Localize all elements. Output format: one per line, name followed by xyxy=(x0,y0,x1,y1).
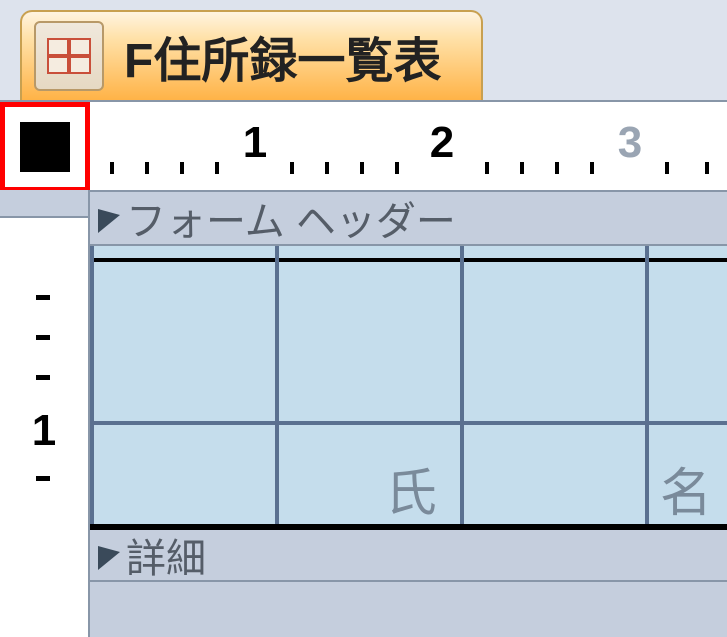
form-header-body[interactable]: 氏 名 xyxy=(90,246,727,526)
header-cell-mei: 名 xyxy=(660,451,712,526)
form-selector[interactable] xyxy=(0,102,90,192)
form-icon xyxy=(34,21,104,91)
vruler-mark-1: 1 xyxy=(32,406,56,456)
design-canvas[interactable]: フォーム ヘッダー 氏 名 詳細 xyxy=(90,190,727,637)
header-cell-shi: 氏 xyxy=(385,451,437,526)
ruler-mark-2: 2 xyxy=(430,118,454,168)
tab-title: F住所録一覧表 xyxy=(124,21,441,91)
section-arrow-icon xyxy=(98,540,120,570)
ruler-mark-3: 3 xyxy=(618,118,642,168)
ruler-mark-1: 1 xyxy=(243,118,267,168)
section-detail-bar[interactable]: 詳細 xyxy=(90,526,727,582)
section-form-header-label: フォーム ヘッダー xyxy=(126,190,456,247)
section-detail-label: 詳細 xyxy=(126,526,206,584)
form-tab[interactable]: F住所録一覧表 xyxy=(20,10,483,100)
horizontal-ruler[interactable]: 1 2 3 xyxy=(90,102,727,192)
section-form-header-bar[interactable]: フォーム ヘッダー xyxy=(90,190,727,246)
section-arrow-icon xyxy=(98,203,120,233)
vertical-ruler[interactable]: 1 xyxy=(0,190,90,637)
